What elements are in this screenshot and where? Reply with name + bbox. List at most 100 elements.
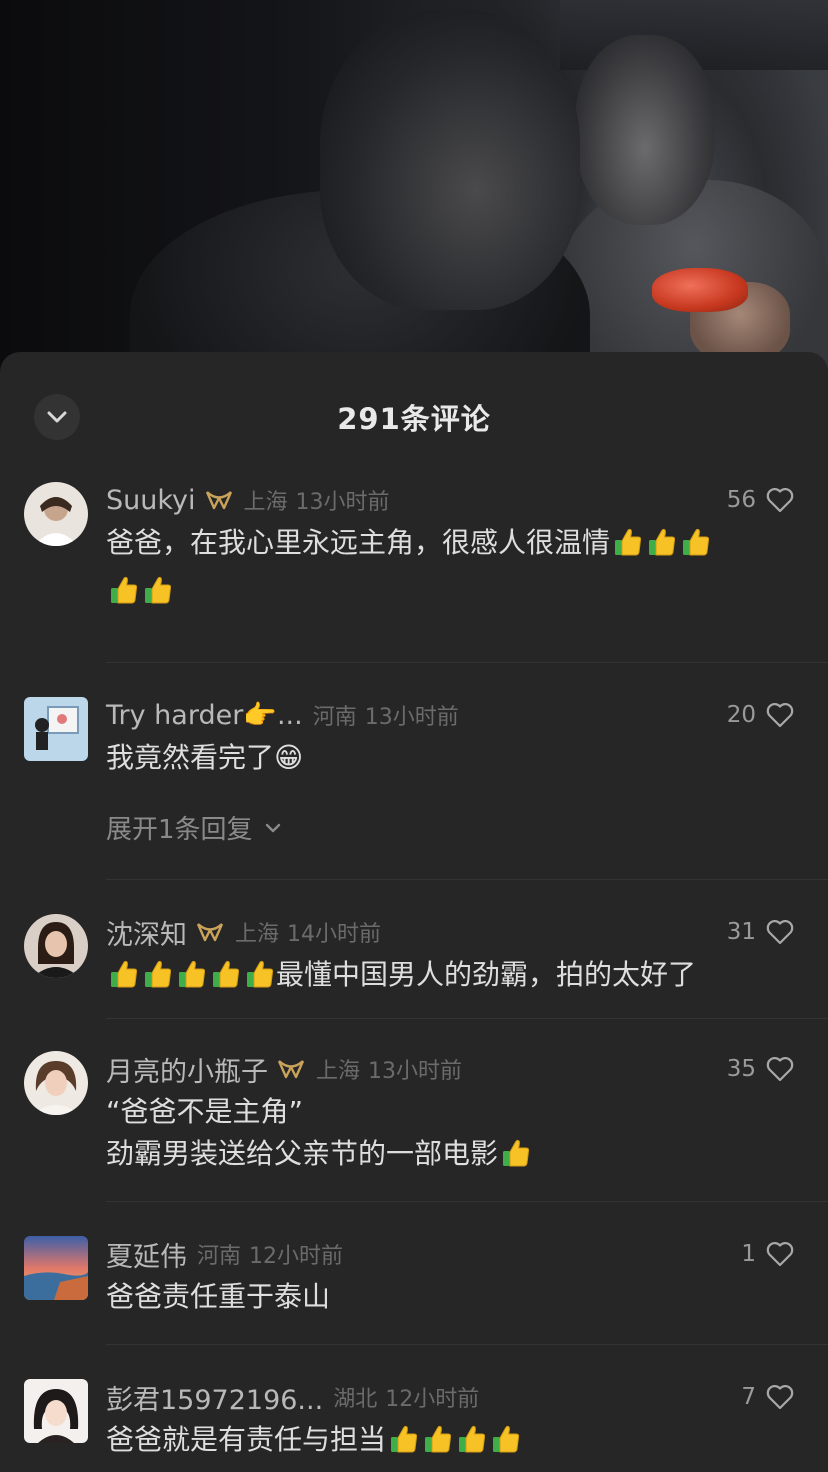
comment-text: 爸爸就是有责任与担当 — [106, 1419, 794, 1467]
avatar[interactable] — [24, 697, 88, 761]
thumbs-up-emoji-icon — [646, 526, 678, 570]
divider — [106, 879, 828, 880]
heart-outline-icon — [766, 488, 794, 513]
comment-text: 最懂中国男人的劲霸，拍的太好了 — [106, 954, 794, 1002]
thumbs-up-emoji-icon — [680, 526, 712, 570]
comment-text-line: 最懂中国男人的劲霸，拍的太好了 — [276, 958, 697, 991]
comment-sheet-header: 291条评论 — [0, 352, 828, 482]
thumbs-group — [106, 958, 276, 991]
timestamp: 12小时前 — [249, 1244, 344, 1269]
like-button[interactable]: 20 — [727, 697, 794, 733]
expand-replies-button[interactable]: 展开1条回复 — [106, 809, 794, 846]
vip-badge-icon — [276, 1058, 306, 1080]
thumbs-up-emoji-icon — [612, 526, 644, 570]
vip-badge-icon — [195, 921, 225, 943]
thumbs-up-emoji-icon — [176, 958, 208, 1002]
comment-text: 爸爸，在我心里永远主角，很感人很温情 — [106, 522, 794, 618]
comment-item[interactable]: 月亮的小瓶子 上海 13小时前 35 “爸爸不是主角” 劲霸男装送给父亲节的一部… — [0, 1051, 828, 1201]
chevron-down-icon — [265, 823, 280, 832]
comment-item[interactable]: 沈深知 上海 14小时前 31 最懂中国男人的劲霸，拍的太好了 — [0, 914, 828, 1020]
avatar[interactable] — [24, 914, 88, 978]
heart-outline-icon — [766, 920, 794, 945]
timestamp: 14小时前 — [287, 922, 382, 947]
comment-meta: Suukyi 上海 13小时前 — [106, 482, 794, 518]
like-count: 20 — [726, 702, 756, 728]
avatar[interactable] — [24, 1236, 88, 1300]
like-button[interactable]: 31 — [727, 914, 794, 950]
heart-outline-icon — [766, 703, 794, 728]
comment-meta: 沈深知 上海 14小时前 — [106, 913, 794, 952]
like-count: 31 — [726, 919, 756, 945]
divider — [106, 662, 828, 663]
thumbs-up-emoji-icon — [422, 1423, 454, 1467]
thumbs-up-emoji-icon — [142, 958, 174, 1002]
like-count: 35 — [726, 1056, 756, 1082]
comment-count-title: 291条评论 — [337, 402, 491, 436]
location: 河南 — [312, 705, 357, 730]
timestamp: 12小时前 — [385, 1387, 480, 1412]
comment-text: 我竟然看完了😁 — [106, 741, 304, 774]
comment-item[interactable]: Try harder👉... 河南 13小时前 20 我竟然看完了😁 展开1条回… — [0, 697, 828, 867]
comment-meta: 夏延伟 河南 12小时前 — [106, 1235, 794, 1274]
like-button[interactable]: 7 — [741, 1379, 794, 1415]
comment-text-line: 劲霸男装送给父亲节的一部电影 — [106, 1137, 499, 1170]
heart-outline-icon — [766, 1242, 794, 1267]
thumbs-up-emoji-icon — [456, 1423, 488, 1467]
comment-text-line: “爸爸不是主角” — [106, 1095, 304, 1128]
username[interactable]: 月亮的小瓶子 — [106, 1050, 268, 1089]
thumbs-group — [610, 526, 712, 559]
avatar[interactable] — [24, 1051, 88, 1115]
comment-text-line: 爸爸，在我心里永远主角，很感人很温情 — [106, 526, 611, 559]
timestamp: 13小时前 — [368, 1059, 463, 1084]
location: 河南 — [197, 1244, 242, 1269]
comment-meta: 月亮的小瓶子 上海 13小时前 — [106, 1050, 794, 1089]
timestamp: 13小时前 — [364, 705, 459, 730]
comment-meta: Try harder👉... 河南 13小时前 — [106, 697, 794, 733]
thumbs-up-emoji-icon — [108, 958, 140, 1002]
thumbs-up-emoji-icon — [490, 1423, 522, 1467]
divider — [106, 1344, 828, 1345]
video-figure-woman-head — [575, 35, 715, 225]
username[interactable]: Try harder👉... — [106, 699, 303, 731]
comment-item[interactable]: 夏延伟 河南 12小时前 1 爸爸责任重于泰山 — [0, 1236, 828, 1342]
comment-item[interactable]: 彭君15972196... 湖北 12小时前 7 爸爸就是有责任与担当 — [0, 1379, 828, 1472]
thumbs-group — [498, 1137, 532, 1170]
like-button[interactable]: 1 — [741, 1236, 794, 1272]
video-player[interactable] — [0, 0, 828, 380]
vip-badge-icon — [204, 489, 234, 511]
avatar[interactable] — [24, 1379, 88, 1443]
video-figure-man-head — [320, 10, 580, 310]
location: 上海 — [243, 490, 288, 515]
username[interactable]: 沈深知 — [106, 913, 187, 952]
like-button[interactable]: 56 — [727, 482, 794, 518]
comment-meta: 彭君15972196... 湖北 12小时前 — [106, 1378, 794, 1417]
like-button[interactable]: 35 — [727, 1051, 794, 1087]
heart-outline-icon — [766, 1385, 794, 1410]
thumbs-up-emoji-icon — [108, 574, 140, 618]
comment-text: “爸爸不是主角” 劲霸男装送给父亲节的一部电影 — [106, 1091, 794, 1181]
thumbs-group — [386, 1423, 522, 1456]
username[interactable]: 夏延伟 — [106, 1235, 187, 1274]
divider — [106, 1201, 828, 1202]
like-count: 56 — [726, 487, 756, 513]
comment-sheet: 291条评论 Suukyi 上海 13小时前 56 爸爸，在我心里永远主角，很感… — [0, 352, 828, 1472]
heart-outline-icon — [766, 1057, 794, 1082]
location: 上海 — [235, 922, 280, 947]
expand-replies-label: 展开1条回复 — [106, 815, 253, 845]
comment-text: 爸爸责任重于泰山 — [106, 1280, 331, 1313]
thumbs-group — [106, 574, 174, 607]
video-red-cup — [652, 268, 748, 312]
thumbs-up-emoji-icon — [500, 1137, 532, 1181]
thumbs-up-emoji-icon — [142, 574, 174, 618]
thumbs-up-emoji-icon — [244, 958, 276, 1002]
location: 上海 — [316, 1059, 361, 1084]
username[interactable]: 彭君15972196... — [106, 1378, 323, 1417]
thumbs-up-emoji-icon — [388, 1423, 420, 1467]
username[interactable]: Suukyi — [106, 485, 196, 516]
location: 湖北 — [333, 1387, 378, 1412]
timestamp: 13小时前 — [295, 490, 390, 515]
like-count: 7 — [741, 1384, 756, 1410]
comment-item[interactable]: Suukyi 上海 13小时前 56 爸爸，在我心里永远主角，很感人很温情 — [0, 482, 828, 632]
like-count: 1 — [741, 1241, 756, 1267]
avatar[interactable] — [24, 482, 88, 546]
